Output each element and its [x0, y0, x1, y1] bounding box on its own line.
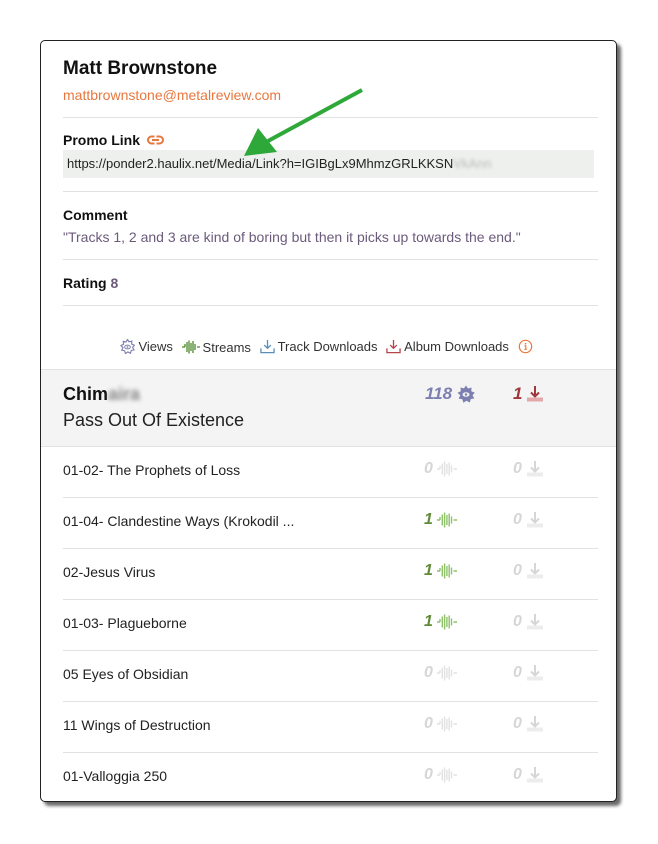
album-downloads: 1 — [513, 384, 544, 404]
promo-link-url: https://ponder2.haulix.net/Media/Link?h=… — [67, 156, 454, 171]
streams-icon — [436, 716, 457, 732]
legend-views: Views — [120, 339, 173, 354]
divider — [63, 305, 598, 306]
track-streams-count: 0 — [424, 766, 433, 783]
album-title: Pass Out Of Existence — [63, 410, 245, 430]
promo-link-label: Promo Link — [63, 132, 164, 148]
track-downloads-count: 0 — [513, 562, 522, 579]
track-streams-count: 1 — [424, 562, 433, 579]
legend-album-downloads-label: Album Downloads — [404, 339, 509, 354]
streams-icon — [436, 665, 457, 681]
artist-name: Chim — [63, 384, 108, 404]
legend-streams: Streams — [181, 339, 251, 355]
track-download-icon — [259, 339, 275, 354]
streams-icon — [436, 767, 457, 783]
track-downloads: 0 — [513, 562, 544, 580]
track-row[interactable]: 11 Wings of Destruction 0 0 — [63, 701, 598, 753]
album-views: 118 — [425, 384, 476, 404]
track-row[interactable]: 01-Valloggia 250 0 0 — [63, 752, 598, 803]
track-title: 02-Jesus Virus — [63, 564, 156, 580]
legend-track-downloads: Track Downloads — [259, 339, 378, 354]
track-downloads-count: 0 — [513, 460, 522, 477]
divider — [63, 117, 598, 118]
track-title: 01-04- Clandestine Ways (Krokodil ... — [63, 513, 295, 529]
track-downloads-count: 0 — [513, 511, 522, 528]
track-streams-count: 1 — [424, 613, 433, 630]
track-downloads: 0 — [513, 613, 544, 631]
track-title: 01-02- The Prophets of Loss — [63, 462, 241, 478]
legend-track-downloads-label: Track Downloads — [277, 339, 378, 354]
reviewer-email[interactable]: mattbrownstone@metalreview.com — [63, 87, 281, 103]
album-row[interactable]: Chimaira Pass Out Of Existence 118 1 — [41, 369, 616, 447]
track-downloads: 0 — [513, 511, 544, 529]
link-icon[interactable] — [146, 132, 164, 148]
artist-name-redacted: aira — [108, 384, 141, 404]
track-downloads: 0 — [513, 766, 544, 784]
track-download-icon — [526, 767, 543, 783]
track-streams: 1 — [424, 562, 457, 580]
rating-value: 8 — [110, 275, 119, 291]
track-downloads-count: 0 — [513, 613, 522, 630]
track-download-icon — [526, 461, 543, 477]
track-streams-count: 0 — [424, 460, 433, 477]
reviewer-card: Matt Brownstone mattbrownstone@metalrevi… — [40, 40, 617, 802]
track-row[interactable]: 02-Jesus Virus 1 0 — [63, 548, 598, 600]
legend-views-label: Views — [138, 339, 173, 354]
track-downloads: 0 — [513, 715, 544, 733]
track-downloads-count: 0 — [513, 664, 522, 681]
track-streams: 0 — [424, 664, 457, 682]
stats-legend: Views Streams Track Downloads Album Down… — [63, 339, 598, 357]
track-streams-count: 1 — [424, 511, 433, 528]
album-views-count: 118 — [425, 384, 453, 403]
streams-icon — [436, 461, 457, 477]
track-downloads: 0 — [513, 460, 544, 478]
track-download-icon — [526, 512, 543, 528]
track-title: 05 Eyes of Obsidian — [63, 666, 189, 682]
streams-icon — [181, 340, 200, 354]
track-streams: 1 — [424, 511, 457, 529]
track-download-icon — [526, 716, 543, 732]
track-streams-count: 0 — [424, 715, 433, 732]
album-artist: Chimaira — [63, 384, 140, 405]
comment-label: Comment — [63, 207, 128, 223]
track-streams: 0 — [424, 766, 457, 784]
promo-link-label-text: Promo Link — [63, 132, 141, 148]
promo-link-field[interactable]: https://ponder2.haulix.net/Media/Link?h=… — [63, 150, 594, 178]
streams-icon — [436, 614, 457, 630]
divider — [63, 191, 598, 192]
album-downloads-count: 1 — [513, 384, 523, 403]
reviewer-name: Matt Brownstone — [63, 58, 218, 79]
track-streams: 0 — [424, 460, 457, 478]
track-download-icon — [526, 614, 543, 630]
album-download-icon — [386, 339, 401, 354]
rating-row: Rating 8 — [63, 275, 118, 291]
track-streams: 1 — [424, 613, 457, 631]
rating-label: Rating — [63, 275, 107, 291]
divider — [63, 259, 598, 260]
track-download-icon — [526, 665, 543, 681]
legend-streams-label: Streams — [202, 339, 251, 355]
track-title: 01-Valloggia 250 — [63, 768, 168, 784]
album-download-icon — [527, 386, 544, 402]
views-icon — [457, 385, 475, 403]
track-row[interactable]: 01-03- Plagueborne 1 0 — [63, 599, 598, 651]
track-downloads: 0 — [513, 664, 544, 682]
track-streams: 0 — [424, 715, 457, 733]
legend-album-downloads: Album Downloads — [386, 339, 509, 354]
promo-link-url-redacted: VkAnn — [453, 156, 492, 171]
streams-icon — [436, 563, 457, 579]
track-title: 11 Wings of Destruction — [63, 717, 211, 733]
track-downloads-count: 0 — [513, 715, 522, 732]
comment-text: "Tracks 1, 2 and 3 are kind of boring bu… — [63, 229, 521, 245]
track-downloads-count: 0 — [513, 766, 522, 783]
track-row[interactable]: 01-02- The Prophets of Loss 0 0 — [63, 446, 598, 498]
track-download-icon — [526, 563, 543, 579]
track-row[interactable]: 05 Eyes of Obsidian 0 0 — [63, 650, 598, 702]
track-title: 01-03- Plagueborne — [63, 615, 187, 631]
track-row[interactable]: 01-04- Clandestine Ways (Krokodil ... 1 … — [63, 497, 598, 549]
info-icon[interactable] — [518, 339, 536, 354]
track-streams-count: 0 — [424, 664, 433, 681]
views-icon — [120, 339, 136, 354]
streams-icon — [436, 512, 457, 528]
